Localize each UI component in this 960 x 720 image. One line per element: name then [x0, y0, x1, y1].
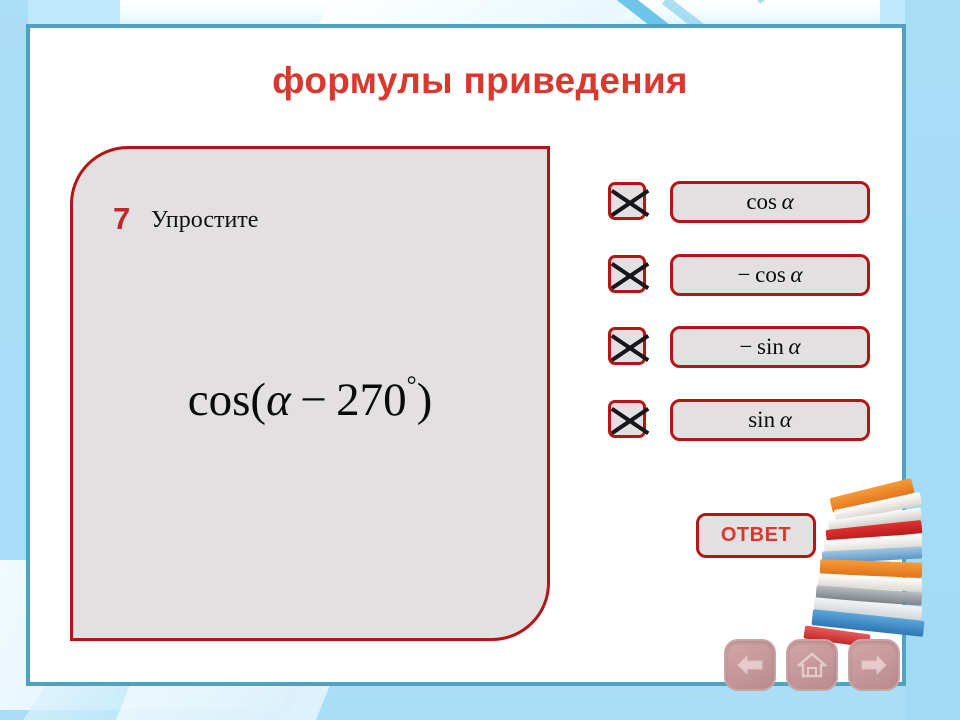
x-mark-icon[interactable] — [608, 182, 650, 220]
x-mark-icon[interactable] — [608, 327, 650, 365]
option-variable-2: α — [790, 262, 803, 287]
formula-suffix: ) — [416, 374, 433, 426]
nav-back-button[interactable] — [724, 639, 776, 691]
formula-degree-symbol: ° — [406, 372, 417, 399]
question-formula: cos(α − 270°) — [73, 373, 547, 427]
option-label-4[interactable]: sin α — [670, 399, 870, 441]
option-func-1: cos — [746, 189, 777, 214]
option-variable-3: α — [788, 334, 801, 359]
option-variable-4: α — [779, 407, 792, 432]
option-sign-2: − — [737, 262, 751, 287]
option-label-3[interactable]: − sin α — [670, 326, 870, 368]
option-func-3: sin — [757, 334, 784, 359]
formula-operator: − — [300, 374, 327, 426]
page-title: формулы приведения — [272, 60, 688, 101]
nav-home-button[interactable] — [786, 639, 838, 691]
option-sign-3: − — [739, 334, 753, 359]
x-mark-icon[interactable] — [608, 255, 650, 293]
home-icon — [797, 652, 827, 678]
answer-button[interactable]: ОТВЕТ — [696, 513, 816, 558]
arrow-right-icon — [859, 653, 889, 677]
formula-variable: α — [266, 374, 291, 426]
option-label-1[interactable]: cos α — [670, 181, 870, 223]
option-func-2: cos — [755, 262, 786, 287]
x-mark-icon[interactable] — [608, 400, 650, 438]
option-variable-1: α — [781, 189, 794, 214]
option-label-2[interactable]: − cos α — [670, 254, 870, 296]
formula-value: 270 — [336, 374, 407, 426]
arrow-left-icon — [735, 653, 765, 677]
watermark-text: multiurok.ru multiurok.ru — [690, 692, 778, 699]
option-func-4: sin — [748, 407, 776, 432]
question-number: 7 — [113, 201, 131, 236]
question-panel: 7 Упростите cos(α − 270°) — [70, 146, 550, 641]
question-instruction: Упростите — [151, 207, 259, 233]
formula-prefix: cos( — [187, 374, 267, 426]
nav-forward-button[interactable] — [848, 639, 900, 691]
stack-of-books-image — [803, 478, 944, 656]
